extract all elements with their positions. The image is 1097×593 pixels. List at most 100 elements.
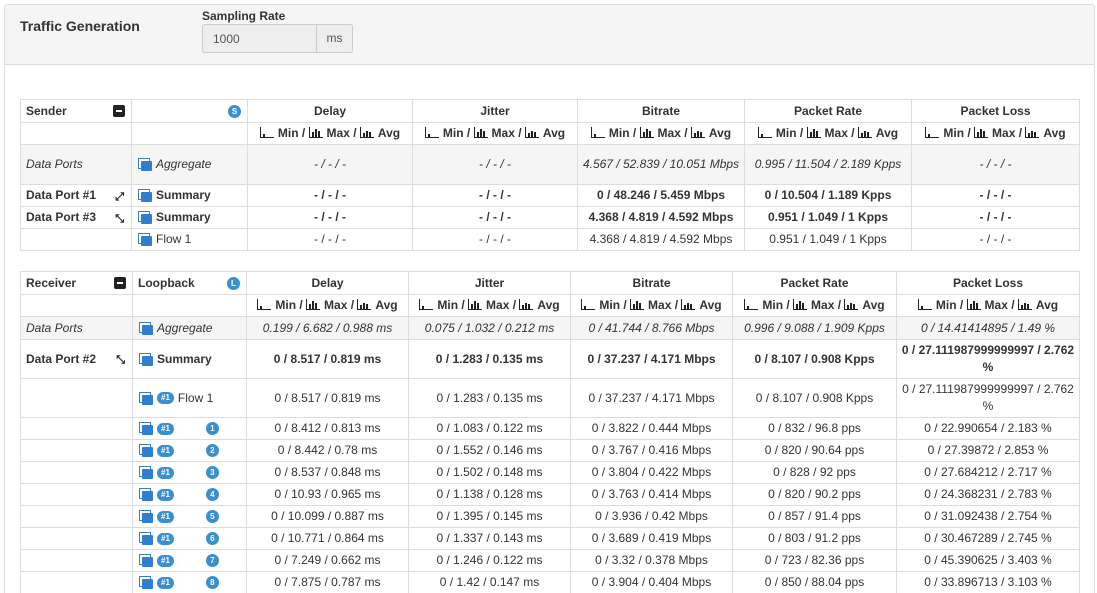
table-row: #1 2 0 / 8.442 / 0.78 ms 0 / 1.552 / 0.146 … [20,439,1080,462]
collapse-icon[interactable] [113,105,125,117]
window-icon[interactable] [138,189,152,203]
table-row: Data Port #1 ⤢ Summary - / - / -- / - / -0 … [20,184,1080,207]
window-icon[interactable] [138,211,152,225]
name-cell: #1 3 [132,461,247,484]
packet-rate-cell: 0 / 8.107 / 0.908 Kpps [732,339,897,379]
column-delay: Delay [246,271,409,295]
delay-cell: 0 / 8.537 / 0.848 ms [246,461,409,484]
chart-icon [806,127,822,138]
stats-header-row: Min / Max / Avg Min / Max / Avg Min / Max … [20,294,1080,317]
stats-min-label: Min / [943,126,971,140]
jitter-cell: 0 / 1.246 / 0.122 ms [408,549,571,572]
name-cell: Flow 1 [131,228,248,251]
port-cell [20,549,133,572]
window-icon[interactable] [138,158,152,172]
packet-rate-cell: 0.951 / 1.049 / 1 Kpps [744,206,912,229]
window-icon[interactable] [139,576,153,590]
row-name: Aggregate [156,157,212,171]
stats-spacer [131,122,248,145]
window-icon[interactable] [139,321,153,335]
row-name: Summary [157,351,212,366]
sender-badge: S [228,105,241,118]
packet-loss-cell: 0 / 45.390625 / 3.403 % [896,549,1080,572]
delay-cell: 0 / 8.442 / 0.78 ms [246,439,409,462]
jitter-cell: 0 / 1.42 / 0.147 ms [408,571,571,593]
packet-rate-cell: 0 / 8.107 / 0.908 Kpps [732,378,897,418]
bitrate-cell: 0 / 3.822 / 0.444 Mbps [570,417,733,440]
jitter-cell: 0 / 1.502 / 0.148 ms [408,461,571,484]
bitrate-cell: 4.567 / 52.839 / 10.051 Mbps [577,144,745,185]
stats-min-label: Min / [762,298,790,312]
name-cell: Aggregate [132,316,247,340]
chart-icon [519,299,534,310]
chart-icon [793,299,808,310]
stats-header: Min / Max / Avg [408,294,571,317]
window-icon[interactable] [139,391,153,405]
delay-cell: 0 / 7.875 / 0.787 ms [246,571,409,593]
stats-header-row: Min / Max / Avg Min / Max / Avg Min / Max … [20,122,1080,145]
table-row: Data Port #2 ⤡ Summary 0 / 8.517 / 0.819 ms… [20,339,1080,379]
table-row: Data Ports Aggregate 0.199 / 6.682 / 0.988… [20,316,1080,340]
window-icon[interactable] [139,422,153,436]
expand-icon[interactable]: ⤢ [115,189,124,206]
table-row: #1 Flow 10 / 8.517 / 0.819 ms 0 / 1.283 / … [20,378,1080,418]
stats-avg-label: Avg [1043,126,1066,140]
packet-rate-cell: 0 / 820 / 90.64 pps [732,439,897,462]
sampling-rate-input[interactable] [202,24,317,53]
packet-rate-cell: 0 / 857 / 91.4 pps [732,505,897,528]
window-icon[interactable] [139,510,153,524]
table-row: Flow 1- / - / -- / - / -4.368 / 4.819 / … [20,228,1080,251]
window-icon[interactable] [139,352,153,366]
jitter-cell: - / - / - [412,184,578,207]
flow-badge: #1 [157,532,174,545]
window-icon[interactable] [138,233,152,247]
window-icon[interactable] [139,444,153,458]
bitrate-cell: 0 / 3.689 / 0.419 Mbps [570,527,733,550]
stats-header: Min / Max / Avg [744,122,912,145]
chart-icon [1017,299,1033,310]
name-cell: #1 5 [132,505,247,528]
panel-header: Traffic Generation Sampling Rate ms [5,5,1094,65]
delay-cell: 0 / 10.099 / 0.887 ms [246,505,409,528]
packet-loss-cell: - / - / - [911,144,1080,185]
stats-max-label: Max / [486,298,517,312]
collapse-arrows-icon[interactable]: ⤡ [115,211,124,228]
stats-min-label: Min / [277,126,306,140]
jitter-cell: - / - / - [412,206,578,229]
sub-flow-index: 5 [205,510,219,524]
port-cell [20,527,133,550]
delay-cell: 0 / 10.771 / 0.864 ms [246,527,409,550]
window-icon[interactable] [139,466,153,480]
sender-header: Sender [20,99,132,123]
collapse-arrows-icon[interactable]: ⤡ [116,352,125,369]
packet-loss-cell: - / - / - [911,206,1080,229]
chart-icon [925,127,940,138]
receiver-subtitle: Loopback [138,275,195,290]
bitrate-cell: 4.368 / 4.819 / 4.592 Mbps [577,228,745,251]
stats-header: Min / Max / Avg [246,294,409,317]
stats-header: Min / Max / Avg [412,122,578,145]
collapse-icon[interactable] [114,277,126,289]
chart-icon [757,127,773,138]
window-icon[interactable] [139,554,153,568]
table-row: Data Ports Aggregate - / - / -- / - / -4.5… [20,144,1080,185]
delay-cell: - / - / - [247,228,413,251]
packet-loss-cell: 0 / 27.39872 / 2.853 % [896,439,1080,462]
delay-cell: - / - / - [247,144,413,185]
chart-icon [690,127,706,138]
port-cell [20,228,132,251]
packet-loss-cell: 0 / 27.111987999999997 / 2.762 % [896,339,1080,379]
row-name: Summary [156,188,211,202]
column-jitter: Jitter [408,271,571,295]
bitrate-cell: 0 / 41.744 / 8.766 Mbps [570,316,733,340]
chart-icon [308,127,324,138]
chart-icon [257,299,272,310]
window-icon[interactable] [139,488,153,502]
window-icon[interactable] [139,532,153,546]
column-packet-loss: Packet Loss [896,271,1080,295]
name-cell: Summary [132,339,247,379]
port-cell [20,417,133,440]
stats-header: Min / Max / Avg [732,294,897,317]
bitrate-cell: 4.368 / 4.819 / 4.592 Mbps [577,206,745,229]
jitter-cell: 0.075 / 1.032 / 0.212 ms [408,316,571,340]
